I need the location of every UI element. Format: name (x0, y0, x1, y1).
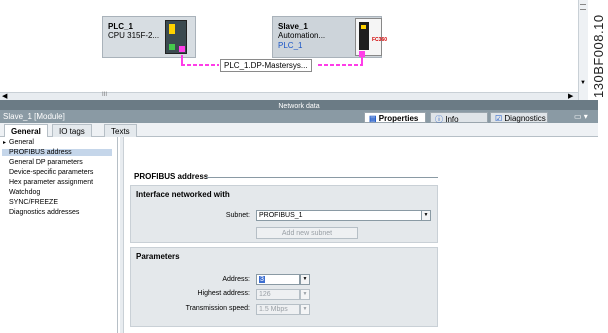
tab-io-tags[interactable]: IO tags (52, 124, 92, 137)
plc-dp-port-icon[interactable] (179, 46, 185, 52)
highest-address-label: Highest address: (197, 290, 250, 297)
slave-master-link[interactable]: PLC_1 (278, 41, 302, 50)
transmission-speed-input: 1.5 Mbps (256, 304, 300, 315)
scroll-left-button[interactable]: ◀ (2, 92, 7, 100)
subnet-label[interactable]: PLC_1.DP-Mastersys... (220, 59, 312, 72)
drive-display-icon (361, 25, 366, 29)
nav-item-sync-freeze[interactable]: SYNC/FREEZE (9, 199, 58, 206)
parameters-panel: Parameters (130, 247, 438, 327)
nav-item-watchdog[interactable]: Watchdog (9, 189, 40, 196)
scroll-right-button[interactable]: ▶ (568, 92, 573, 100)
scroll-thumb-marker[interactable]: III (102, 92, 107, 98)
section-divider (206, 177, 438, 178)
network-data-bar[interactable]: Network data (0, 100, 598, 110)
address-label: Address: (222, 276, 250, 283)
transmission-speed-dropdown-button: ▼ (300, 304, 310, 315)
address-dropdown-button[interactable]: ▼ (300, 274, 310, 285)
tab-properties[interactable]: ▤ Properties (364, 112, 426, 123)
network-horizontal-scrollbar[interactable] (0, 92, 588, 100)
plc-type: CPU 315F-2... (108, 31, 160, 40)
panel-options-icon[interactable]: ▭ ▾ (574, 112, 588, 121)
add-new-subnet-button[interactable]: Add new subnet (256, 227, 358, 239)
subnet-line-left (181, 64, 219, 66)
nav-item-general-dp-parameters[interactable]: General DP parameters (9, 159, 83, 166)
nav-splitter[interactable] (120, 137, 124, 333)
nav-item-general[interactable]: General (9, 139, 34, 146)
highest-address-dropdown-button: ▼ (300, 289, 310, 300)
figure-code: 130BF008.10 (591, 2, 608, 100)
vscroll-down-icon[interactable]: ▼ (580, 80, 586, 86)
network-data-label: Network data (278, 103, 320, 110)
subnet-dropdown-button[interactable]: ▼ (421, 210, 431, 221)
tab-diagnostics-label: Diagnostics (504, 114, 546, 123)
figure-code-text: 130BF008.10 (591, 14, 606, 98)
interface-panel-title: Interface networked with (136, 190, 230, 199)
diagnostics-icon: ☑ (495, 114, 503, 123)
plc-name: PLC_1 (108, 22, 133, 31)
tab-diagnostics[interactable]: ☑ Diagnostics (490, 112, 548, 123)
expand-arrow-icon[interactable]: ▸ (3, 139, 6, 146)
tab-properties-label: Properties (378, 114, 419, 123)
highest-address-input: 126 (256, 289, 300, 300)
subnet-select[interactable]: PROFIBUS_1 (256, 210, 422, 221)
address-value: 3 (259, 276, 265, 283)
slave-type: Automation... (278, 31, 326, 40)
subnet-label-text: Subnet: (225, 212, 250, 219)
parameters-panel-title: Parameters (136, 252, 180, 261)
module-title: Slave_1 [Module] (3, 112, 65, 121)
tab-info[interactable]: ⓘ Info (430, 112, 488, 124)
plc-port-icon (169, 44, 175, 50)
nav-item-device-specific-parameters[interactable]: Device-specific parameters (9, 169, 93, 176)
vscroll-grip-icon[interactable] (580, 4, 586, 10)
address-input[interactable]: 3 (256, 274, 300, 285)
drive-brand: FC360 (372, 37, 388, 43)
transmission-speed-label: Transmission speed: (185, 305, 250, 312)
property-navigation: ▸ General PROFIBUS address General DP pa… (0, 137, 118, 333)
nav-item-hex-parameter-assignment[interactable]: Hex parameter assignment (9, 179, 93, 186)
plc-led-icon (169, 24, 175, 34)
section-title: PROFIBUS address (134, 172, 209, 181)
nav-item-diagnostics-addresses[interactable]: Diagnostics addresses (9, 209, 79, 216)
properties-icon: ▤ (369, 114, 377, 123)
nav-item-profibus-address[interactable]: PROFIBUS address (2, 149, 112, 156)
slave-name: Slave_1 (278, 22, 308, 31)
subnet-line-right (318, 64, 363, 66)
tab-general[interactable]: General (4, 124, 48, 138)
tab-texts[interactable]: Texts (104, 124, 137, 137)
